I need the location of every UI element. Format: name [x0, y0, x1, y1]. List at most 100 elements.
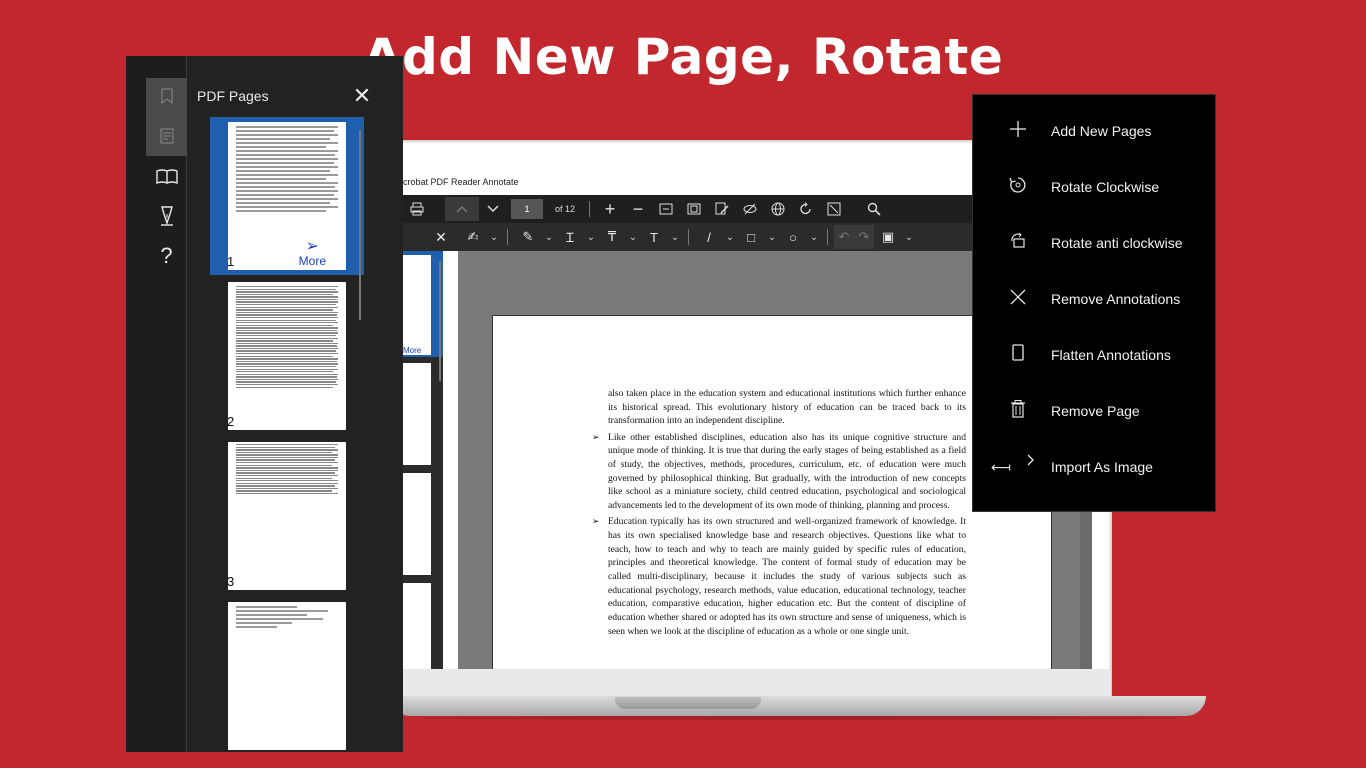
thumbnail-text-line [236, 618, 323, 620]
text-select-icon[interactable]: Ɪ [556, 225, 584, 249]
thumbnail-text-line [236, 142, 338, 144]
scrollbar[interactable] [359, 130, 361, 320]
thumbnail-text-line [236, 329, 337, 332]
thumbnail-text-line [236, 337, 338, 339]
thumbnail-text-line [236, 298, 337, 301]
menu-item-add-new-pages[interactable]: Add New Pages [973, 109, 1217, 153]
undo-icon[interactable]: ↶ [834, 225, 854, 249]
toolbar-divider [589, 201, 591, 217]
notes-icon[interactable] [146, 118, 187, 154]
thumbnail-text-line [236, 138, 330, 140]
thumbnail-text-line [236, 480, 338, 482]
chevron-down-icon[interactable]: ⌄ [807, 225, 821, 249]
signature-icon[interactable]: ✍ [459, 225, 487, 249]
back-arrow-icon: ⟻ [991, 458, 1012, 475]
pen-icon[interactable] [146, 198, 187, 234]
thumbnail-text-line [236, 311, 338, 314]
bookmark-icon[interactable] [146, 78, 187, 114]
pages-icon[interactable] [146, 158, 187, 194]
scrollbar[interactable] [439, 261, 441, 381]
redo-icon[interactable]: ↷ [854, 225, 874, 249]
page-thumbnail[interactable] [228, 282, 346, 430]
thumbnail-text-line [236, 146, 326, 148]
fit-width-icon[interactable] [652, 197, 680, 221]
chevron-down-icon[interactable]: ⌄ [542, 225, 556, 249]
thumbnail-text-line [236, 353, 338, 355]
thumbnail-text-line [236, 291, 338, 293]
menu-item-flatten-annotations[interactable]: Flatten Annotations [973, 333, 1217, 377]
ellipse-icon[interactable]: ○ [779, 225, 807, 249]
thumbnail-text-line [236, 186, 335, 188]
thumbnail-text-line [236, 378, 338, 381]
thumbnail-text-line [236, 198, 338, 200]
help-icon[interactable]: ? [146, 238, 187, 274]
zoom-in-icon[interactable]: + [596, 197, 624, 221]
edit-icon[interactable] [708, 197, 736, 221]
page-up-icon[interactable] [445, 197, 479, 221]
chevron-down-icon[interactable]: ⌄ [902, 225, 916, 249]
thumbnail-text-line [236, 383, 338, 386]
trash-icon [1003, 399, 1033, 423]
chevron-down-icon[interactable]: ⌄ [668, 225, 682, 249]
menu-item-rotate-anticlockwise[interactable]: Rotate anti clockwise [973, 221, 1217, 265]
page-thumbnail[interactable] [228, 602, 346, 750]
strikethrough-icon[interactable]: ₸ [598, 225, 626, 249]
fullscreen-icon[interactable] [820, 197, 848, 221]
thumbnail-text-line [236, 158, 338, 160]
toolbar-divider [827, 229, 828, 245]
thumbnail-page[interactable] [403, 583, 431, 669]
menu-item-remove-page[interactable]: Remove Page [973, 389, 1217, 433]
thumbnail-page[interactable]: More [403, 255, 431, 355]
menu-item-import-as-image[interactable]: ⟻ Import As Image [973, 445, 1217, 489]
thumbnail-text-line [236, 150, 338, 152]
more-label[interactable]: More [403, 346, 421, 355]
thumbnail-text-line [236, 166, 338, 168]
chevron-down-icon[interactable]: ⌄ [765, 225, 779, 249]
close-icon[interactable]: ✕ [427, 225, 455, 249]
thumbnail-text-line [236, 332, 338, 334]
page-thumbnail[interactable]: ➢ More [228, 122, 346, 270]
chevron-down-icon[interactable]: ⌄ [487, 225, 501, 249]
page-thumbnail[interactable] [228, 442, 346, 590]
thumbnail-text-line [236, 296, 338, 298]
plus-icon [1003, 120, 1033, 143]
thumbnail-text-line [236, 622, 293, 624]
thumbnail-text-line [236, 456, 338, 459]
thumbnail-text-line [236, 446, 335, 448]
print-icon[interactable] [403, 197, 431, 221]
fit-page-icon[interactable] [680, 197, 708, 221]
thumbnail-text-line [236, 358, 338, 360]
line-icon[interactable]: / [695, 225, 723, 249]
page-count: of 12 [555, 204, 576, 214]
thumbnail-text-line [236, 386, 333, 388]
thumbnail-page[interactable] [403, 363, 431, 465]
thumbnail-text-line [236, 342, 338, 345]
search-icon[interactable] [860, 197, 888, 221]
globe-icon[interactable] [764, 197, 792, 221]
page-number-input[interactable]: 1 [511, 199, 543, 219]
close-icon[interactable]: ✕ [352, 84, 372, 108]
zoom-out-icon[interactable]: − [624, 197, 652, 221]
thumbnail-text-line [236, 322, 338, 324]
chevron-down-icon[interactable]: ⌄ [626, 225, 640, 249]
comment-icon[interactable]: ▣ [874, 225, 902, 249]
highlighter-icon[interactable]: ✎ [514, 225, 542, 249]
menu-item-label: Rotate anti clockwise [1051, 235, 1183, 251]
chevron-down-icon[interactable]: ⌄ [723, 225, 737, 249]
more-button[interactable]: ➢ More [298, 239, 326, 269]
text-icon[interactable]: T [640, 225, 668, 249]
rectangle-icon[interactable]: □ [737, 225, 765, 249]
menu-item-remove-annotations[interactable]: Remove Annotations [973, 277, 1217, 321]
thumbnail-text-line [236, 210, 326, 212]
hide-annotations-icon[interactable] [736, 197, 764, 221]
thumbnail-text-line [236, 288, 336, 290]
thumbnail-page[interactable] [403, 473, 431, 575]
rotate-icon[interactable] [792, 197, 820, 221]
chevron-down-icon[interactable]: ⌄ [584, 225, 598, 249]
more-label: More [298, 254, 326, 268]
document-paragraph: Like other established disciplines, educ… [592, 431, 966, 513]
thumbnail-text-line [236, 174, 338, 176]
page-down-icon[interactable] [479, 197, 507, 221]
page-context-menu: Add New Pages Rotate Clockwise Rotate an… [972, 94, 1216, 512]
menu-item-rotate-clockwise[interactable]: Rotate Clockwise [973, 165, 1217, 209]
